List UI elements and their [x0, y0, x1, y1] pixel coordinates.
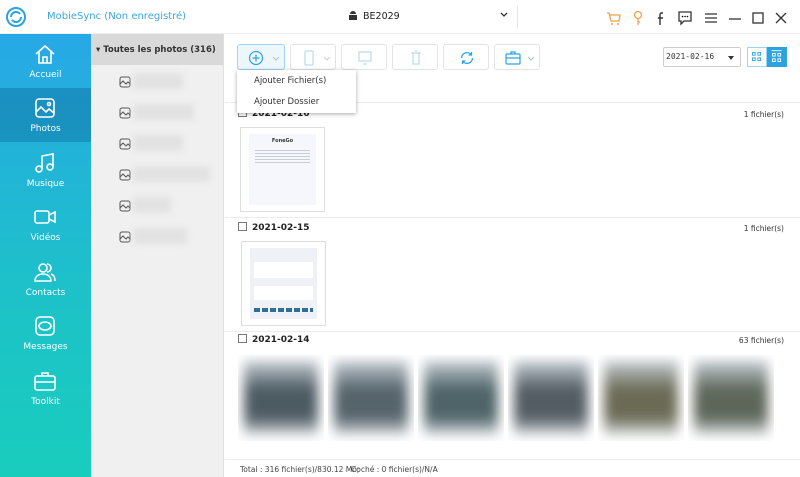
album-item[interactable]: [119, 73, 209, 89]
file-count: 1 fichier(s): [743, 110, 784, 119]
chevron-down-icon: [527, 56, 535, 61]
status-bar: Total : 316 fichier(s)/830.12 Mo; Coché …: [225, 459, 800, 477]
checkbox[interactable]: [238, 222, 247, 231]
photo-icon: [35, 98, 55, 118]
messages-icon: [35, 316, 55, 336]
photo-thumbnail[interactable]: FoneGo: [240, 127, 325, 212]
home-icon: [35, 44, 55, 64]
video-icon: [34, 210, 56, 224]
add-button[interactable]: [237, 44, 285, 70]
file-count: 1 fichier(s): [743, 224, 784, 233]
sidebar-item-videos[interactable]: Vidéos: [0, 197, 91, 251]
section-header[interactable]: 2021-02-14: [238, 334, 310, 345]
album-photo-icon: [119, 76, 131, 88]
cart-icon[interactable]: [606, 10, 622, 26]
album-item[interactable]: [119, 197, 209, 213]
close-icon[interactable]: [773, 10, 789, 26]
checkbox[interactable]: [238, 334, 247, 343]
menu-icon[interactable]: [703, 10, 719, 26]
grid-icon: [752, 52, 762, 62]
total-status: Total : 316 fichier(s)/830.12 Mo;: [240, 465, 360, 474]
album-item[interactable]: [119, 135, 209, 151]
sidebar-item-accueil[interactable]: Accueil: [0, 34, 91, 88]
app-title: MobieSync (Non enregistré): [47, 11, 187, 22]
file-count: 63 fichier(s): [738, 336, 784, 345]
phone-export-icon: [304, 50, 314, 66]
album-item[interactable]: [119, 228, 209, 244]
feedback-icon[interactable]: [677, 10, 693, 26]
menu-item-add-files[interactable]: Ajouter Fichier(s): [237, 70, 356, 91]
album-panel: ▾ Toutes les photos (316): [91, 34, 224, 477]
title-bar: MobieSync (Non enregistré) BE2029: [0, 0, 800, 34]
album-photo-icon: [119, 200, 131, 212]
photo-thumbnail[interactable]: [418, 355, 504, 441]
minimize-icon[interactable]: [727, 10, 743, 26]
toolkit-icon: [34, 372, 56, 391]
date-select[interactable]: 2021-02-16: [663, 47, 741, 67]
photo-thumbnail[interactable]: [688, 355, 774, 441]
photo-thumbnail[interactable]: [598, 355, 684, 441]
chevron-down-icon: [323, 56, 331, 61]
checked-status: Coché : 0 fichier(s)/N/A: [351, 465, 438, 474]
section-header[interactable]: 2021-02-15: [238, 222, 310, 233]
photo-thumbnail[interactable]: [508, 355, 594, 441]
refresh-button[interactable]: [443, 44, 489, 70]
chevron-down-icon: [500, 12, 508, 17]
sidebar: Accueil Photos Musique Vidéos Contacts M…: [0, 34, 91, 477]
date-grid-view-button[interactable]: [767, 47, 787, 67]
device-selector[interactable]: BE2029: [343, 6, 518, 28]
photo-thumbnail[interactable]: [328, 355, 414, 441]
toolbox-icon: [505, 51, 521, 65]
trash-icon: [411, 50, 421, 65]
delete-button[interactable]: [392, 44, 438, 70]
date-grid-icon: [771, 50, 782, 62]
export-to-device-button[interactable]: [290, 44, 336, 70]
chevron-down-icon: [272, 56, 280, 61]
main-content: Ajouter Fichier(s) Ajouter Dossier 2021-…: [225, 34, 800, 477]
facebook-icon[interactable]: [653, 10, 669, 26]
menu-item-add-folder[interactable]: Ajouter Dossier: [237, 91, 356, 112]
android-icon: [349, 11, 357, 20]
music-icon: [35, 153, 54, 173]
toolbox-button[interactable]: [494, 44, 540, 70]
album-photo-icon: [119, 231, 131, 243]
device-name: BE2029: [363, 11, 400, 22]
all-photos-header[interactable]: ▾ Toutes les photos (316): [91, 34, 223, 65]
album-item[interactable]: [119, 166, 210, 182]
sidebar-item-toolkit[interactable]: Toolkit: [0, 361, 91, 415]
sidebar-item-messages[interactable]: Messages: [0, 306, 91, 360]
photo-thumbnail[interactable]: [238, 355, 324, 441]
photo-thumbnail[interactable]: [241, 241, 326, 326]
add-dropdown-menu: Ajouter Fichier(s) Ajouter Dossier: [237, 70, 356, 113]
album-photo-icon: [119, 107, 131, 119]
pc-export-icon: [358, 51, 372, 65]
export-to-pc-button[interactable]: [341, 44, 387, 70]
app-logo-icon: [6, 7, 26, 27]
key-icon[interactable]: [630, 10, 646, 26]
album-photo-icon: [119, 169, 131, 181]
sidebar-item-photos[interactable]: Photos: [0, 88, 91, 142]
grid-view-button[interactable]: [747, 47, 767, 67]
album-photo-icon: [119, 138, 131, 150]
album-item[interactable]: [119, 104, 209, 120]
maximize-icon[interactable]: [750, 10, 766, 26]
sidebar-item-contacts[interactable]: Contacts: [0, 252, 91, 306]
contacts-icon: [34, 263, 56, 282]
add-icon: [248, 50, 264, 66]
sidebar-item-musique[interactable]: Musique: [0, 143, 91, 197]
refresh-icon: [460, 52, 474, 64]
